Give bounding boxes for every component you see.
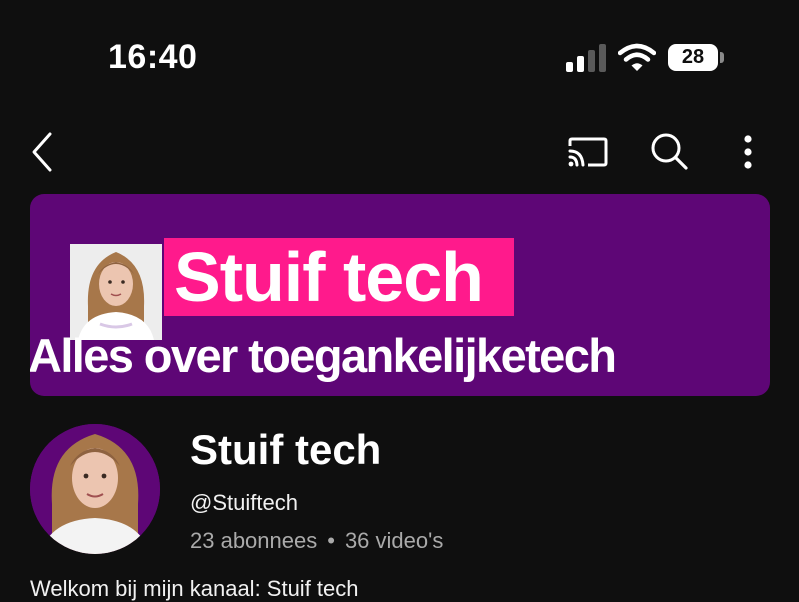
- subscriber-count: 23 abonnees: [190, 528, 318, 553]
- channel-handle: @Stuiftech: [190, 490, 298, 515]
- banner-title: Stuif tech: [174, 238, 484, 316]
- stats-separator: •: [327, 528, 335, 553]
- search-button[interactable]: [646, 128, 692, 174]
- cellular-signal-icon: [566, 44, 608, 72]
- channel-avatar[interactable]: [30, 424, 160, 554]
- video-count: 36 video's: [344, 528, 444, 553]
- cast-button[interactable]: [564, 130, 610, 174]
- channel-name: Stuif tech: [190, 426, 382, 473]
- channel-banner: Stuif tech Alles over toegankelijketech: [30, 194, 770, 396]
- status-time: 16:40: [108, 38, 198, 76]
- back-button[interactable]: [22, 126, 66, 178]
- more-vert-icon: [744, 135, 752, 169]
- status-bar: 16:40 28: [0, 0, 799, 110]
- channel-stats: 23 abonnees • 36 video's: [190, 528, 443, 554]
- channel-description[interactable]: Welkom bij mijn kanaal: Stuif tech: [30, 576, 359, 602]
- battery-level: 28: [681, 46, 705, 68]
- cast-icon: [568, 137, 608, 167]
- battery-icon: 28: [668, 44, 718, 71]
- wifi-icon: [618, 42, 656, 72]
- battery-nub: [720, 52, 724, 63]
- banner-profile-photo: [70, 244, 162, 340]
- search-icon: [651, 133, 688, 170]
- more-options-button[interactable]: [728, 130, 768, 174]
- banner-subtitle: Alles over toegankelijketech: [30, 329, 617, 382]
